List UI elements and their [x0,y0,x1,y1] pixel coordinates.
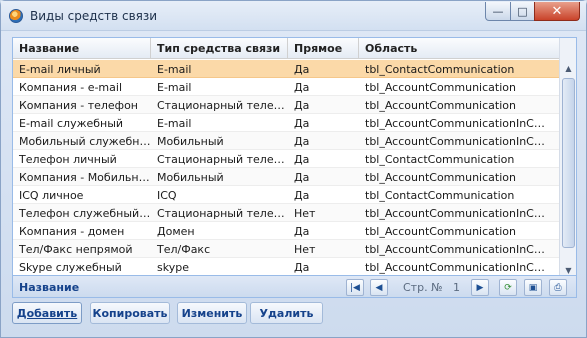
cell-direct: Да [294,99,310,112]
maximize-icon: □ [517,4,528,18]
minimize-button[interactable]: — [485,2,511,21]
cell-name: ICQ личное [19,189,84,202]
previous-page-icon[interactable]: ◀ [370,279,388,296]
cell-direct: Да [294,81,310,94]
cell-area: tbl_AccountCommunication [365,171,516,184]
close-button[interactable]: ✕ [534,2,580,21]
first-page-icon[interactable]: |◀ [346,279,364,296]
cell-type: Мобильный [157,135,224,148]
minimize-icon: — [492,4,504,18]
footer-column-label: Название [19,281,80,294]
cell-direct: Нет [294,207,316,220]
cell-direct: Да [294,153,310,166]
communication-types-grid: Название Тип средства связи Прямое Облас… [12,37,577,298]
cell-area: tbl_AccountCommunication [365,99,516,112]
table-row[interactable]: Телефон служебный ... Стационарный телеф… [13,204,559,222]
edit-button-label: Изменить [181,306,243,320]
maximize-button[interactable]: □ [510,2,535,21]
table-row[interactable]: Телефон личный Стационарный телефон Да t… [13,150,559,168]
grid-rows: E-mail личный E-mail Да tbl_ContactCommu… [13,60,559,276]
copy-button-label: Копировать [92,306,168,320]
cell-direct: Да [294,171,310,184]
cell-area: tbl_AccountCommunicationInCont [365,243,547,256]
table-row[interactable]: Компания - домен Домен Да tbl_AccountCom… [13,222,559,240]
cell-type: ICQ [157,189,177,202]
cell-type: skype [157,261,189,274]
page-label: Стр. № [403,281,443,294]
cell-name: Компания - домен [19,225,125,238]
table-row[interactable]: Компания - e-mail E-mail Да tbl_AccountC… [13,78,559,96]
cell-area: tbl_AccountCommunication [365,81,516,94]
cell-name: E-mail служебный [19,117,124,130]
scroll-up-icon[interactable]: ▲ [561,60,576,76]
cell-name: Компания - телефон [19,99,138,112]
cell-type: Стационарный телефон [157,153,288,166]
cell-name: Телефон служебный ... [19,207,151,220]
cell-name: Тел/Факс непрямой [19,243,133,256]
print-icon[interactable]: ⎙ [549,279,567,296]
column-header-name[interactable]: Название [13,38,151,59]
table-row[interactable]: Мобильный служебный Мобильный Да tbl_Acc… [13,132,559,150]
table-row[interactable]: Skype служебный skype Да tbl_AccountComm… [13,258,559,276]
cell-type: Стационарный телефон [157,207,288,220]
cell-direct: Да [294,189,310,202]
table-row[interactable]: Тел/Факс непрямой Тел/Факс Нет tbl_Accou… [13,240,559,258]
page-number-field[interactable]: 1 [453,281,460,294]
cell-type: E-mail [157,63,192,76]
delete-button[interactable]: Удалить [250,302,323,324]
cell-name: Компания - Мобильный [19,171,151,184]
cell-name: Компания - e-mail [19,81,122,94]
cell-direct: Нет [294,243,316,256]
cell-area: tbl_AccountCommunication [365,225,516,238]
table-row[interactable]: E-mail личный E-mail Да tbl_ContactCommu… [13,60,559,78]
cell-direct: Да [294,261,310,274]
cell-area: tbl_ContactCommunication [365,189,515,202]
column-header-area[interactable]: Область [359,38,559,59]
cell-name: E-mail личный [19,63,101,76]
cell-type: Тел/Факс [157,243,211,256]
cell-area: tbl_AccountCommunicationInCont [365,135,547,148]
cell-type: E-mail [157,117,192,130]
dialog-window: Виды средств связи — □ ✕ Название Тип ср… [0,0,587,338]
delete-button-label: Удалить [259,306,314,320]
vertical-scrollbar[interactable]: ▲ ▼ [559,38,576,278]
cell-direct: Да [294,117,310,130]
cell-direct: Да [294,63,310,76]
table-row[interactable]: ICQ личное ICQ Да tbl_ContactCommunicati… [13,186,559,204]
cell-type: E-mail [157,81,192,94]
cell-name: Телефон личный [19,153,117,166]
cell-direct: Да [294,225,310,238]
refresh-icon[interactable]: ⟳ [499,279,517,296]
table-row[interactable]: E-mail служебный E-mail Да tbl_AccountCo… [13,114,559,132]
cell-name: Мобильный служебный [19,135,151,148]
edit-button[interactable]: Изменить [177,302,247,324]
cell-name: Skype служебный [19,261,122,274]
cell-type: Домен [157,225,195,238]
scrollbar-thumb[interactable] [562,78,575,248]
title-bar[interactable]: Виды средств связи — □ ✕ [1,1,586,31]
table-row[interactable]: Компания - телефон Стационарный телефон … [13,96,559,114]
add-button[interactable]: Добавить [12,302,82,324]
add-button-label: Добавить [16,306,78,320]
copy-button[interactable]: Копировать [90,302,170,324]
next-page-icon[interactable]: ▶ [471,279,489,296]
column-header-type[interactable]: Тип средства связи [151,38,288,59]
app-globe-icon [9,9,23,23]
save-icon[interactable]: ▣ [524,279,542,296]
cell-type: Мобильный [157,171,224,184]
cell-area: tbl_AccountCommunicationInCont [365,117,547,130]
column-header-direct[interactable]: Прямое [288,38,359,59]
cell-direct: Да [294,135,310,148]
grid-footer-toolbar: Название |◀ ◀ Стр. № 1 ▶ ⟳ ▣ ⎙ [13,275,576,297]
cell-area: tbl_ContactCommunication [365,63,515,76]
close-icon: ✕ [551,3,563,19]
table-row[interactable]: Компания - Мобильный Мобильный Да tbl_Ac… [13,168,559,186]
cell-area: tbl_AccountCommunicationInCont [365,207,547,220]
window-title: Виды средств связи [30,9,158,23]
cell-area: tbl_AccountCommunicationInCont [365,261,547,274]
cell-type: Стационарный телефон [157,99,288,112]
cell-area: tbl_ContactCommunication [365,153,515,166]
grid-header: Название Тип средства связи Прямое Облас… [13,38,559,59]
